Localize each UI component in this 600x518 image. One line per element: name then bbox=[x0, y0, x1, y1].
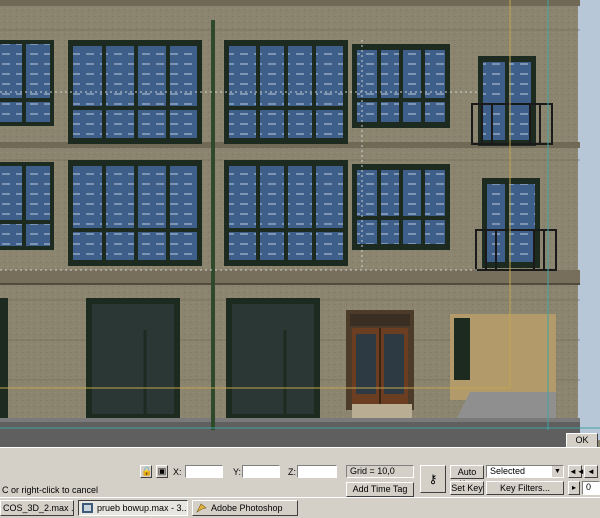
key-icon[interactable]: ⚷ bbox=[420, 465, 446, 493]
key-mode-dropdown[interactable]: Selected ▼ bbox=[486, 465, 564, 478]
ok-button[interactable]: OK bbox=[566, 433, 598, 447]
z-coordinate-field[interactable] bbox=[297, 465, 337, 478]
x-coordinate-field[interactable] bbox=[185, 465, 223, 478]
taskbar-item-label: prueb bowup.max - 3... bbox=[97, 503, 188, 513]
building-render bbox=[0, 0, 600, 447]
absolute-mode-icon[interactable]: ▣ bbox=[156, 465, 168, 478]
current-frame-value: 0 bbox=[586, 482, 592, 492]
taskbar-item-label: Adobe Photoshop bbox=[211, 503, 283, 513]
taskbar-item-cos-3d[interactable]: COS_3D_2.max ... bbox=[0, 500, 74, 516]
chevron-down-icon[interactable]: ▼ bbox=[552, 466, 563, 477]
prompt-line: C or right-click to cancel bbox=[2, 485, 99, 495]
add-time-tag-button[interactable]: Add Time Tag bbox=[346, 482, 414, 497]
key-filters-button[interactable]: Key Filters... bbox=[486, 481, 564, 495]
set-key-button[interactable]: Set Key bbox=[450, 481, 484, 495]
key-mode-selected: Selected bbox=[490, 466, 526, 476]
grid-display: Grid = 10,0 bbox=[346, 465, 414, 478]
key-mode-toggle-icon[interactable]: ▸ bbox=[568, 481, 580, 495]
3d-viewport[interactable]: OK bbox=[0, 0, 600, 447]
x-label: X: bbox=[173, 467, 182, 477]
grid-text: Grid = 10,0 bbox=[350, 466, 395, 476]
taskbar-item-photoshop[interactable]: Adobe Photoshop bbox=[192, 500, 298, 516]
taskbar: COS_3D_2.max ... prueb bowup.max - 3... … bbox=[0, 497, 600, 518]
y-label: Y: bbox=[233, 467, 242, 477]
lock-icon[interactable]: 🔒 bbox=[140, 465, 152, 478]
current-frame-field[interactable]: 0 bbox=[582, 481, 600, 495]
photoshop-icon bbox=[196, 503, 207, 513]
taskbar-item-prueb-bowup[interactable]: prueb bowup.max - 3... bbox=[78, 500, 188, 516]
taskbar-item-label: COS_3D_2.max ... bbox=[3, 503, 74, 513]
y-coordinate-field[interactable] bbox=[242, 465, 280, 478]
3dsmax-icon bbox=[82, 503, 93, 513]
z-label: Z: bbox=[288, 467, 296, 477]
go-to-start-icon[interactable]: ◄◄ bbox=[568, 465, 585, 478]
previous-frame-icon[interactable]: ◄ bbox=[584, 465, 598, 478]
auto-key-button[interactable]: Auto Key bbox=[450, 465, 484, 489]
